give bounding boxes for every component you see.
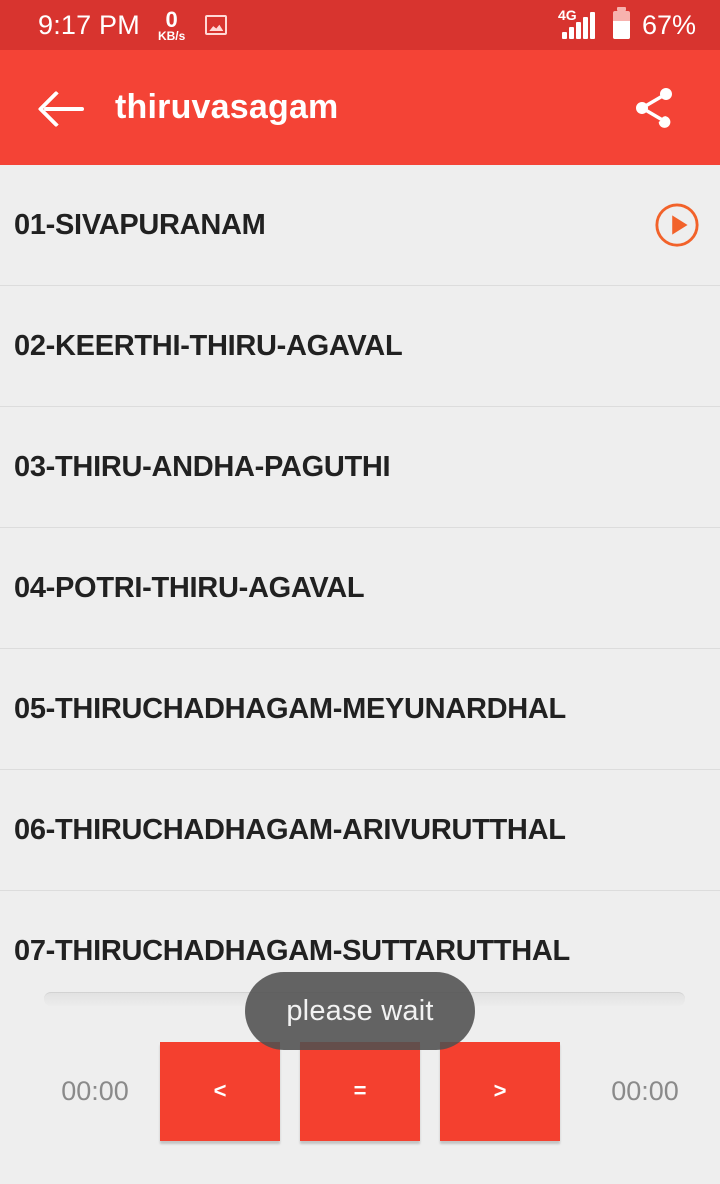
network-speed-value: 0 — [165, 6, 178, 32]
signal-bars-icon: 4G — [558, 7, 595, 39]
transport-controls: 00:00 < = > 00:00 — [0, 1036, 720, 1146]
track-title: 01-SIVAPURANAM — [14, 208, 266, 241]
signal-bar-1 — [561, 32, 567, 39]
list-item[interactable]: 01-SIVAPURANAM — [0, 165, 720, 286]
toast-message: please wait — [245, 972, 475, 1050]
previous-button[interactable]: < — [160, 1041, 280, 1141]
share-icon[interactable] — [630, 84, 678, 132]
play-circle-icon[interactable] — [654, 202, 700, 248]
track-title: 03-THIRU-ANDHA-PAGUTHI — [14, 450, 391, 483]
network-speed-indicator: 0 KB/s — [157, 6, 186, 43]
track-title: 05-THIRUCHADHAGAM-MEYUNARDHAL — [14, 692, 566, 725]
list-item[interactable]: 06-THIRUCHADHAGAM-ARIVURUTTHAL — [0, 770, 720, 891]
next-button[interactable]: > — [440, 1041, 560, 1141]
pause-button[interactable]: = — [300, 1041, 420, 1141]
list-item[interactable]: 03-THIRU-ANDHA-PAGUTHI — [0, 407, 720, 528]
signal-bar-3 — [575, 22, 581, 39]
elapsed-time-label: 00:00 — [61, 1075, 129, 1106]
photo-icon — [205, 15, 228, 35]
total-time-label: 00:00 — [611, 1075, 679, 1106]
page-title: thiruvasagam — [115, 88, 339, 126]
network-type-label: 4G — [557, 7, 577, 23]
list-item[interactable]: 04-POTRI-THIRU-AGAVAL — [0, 528, 720, 649]
status-bar-right: 4G 67% — [558, 7, 696, 41]
battery-percent-label: 67% — [641, 9, 696, 40]
battery-icon — [612, 7, 630, 40]
network-speed-unit: KB/s — [157, 28, 186, 43]
list-item[interactable]: 05-THIRUCHADHAGAM-MEYUNARDHAL — [0, 649, 720, 770]
back-arrow-icon[interactable] — [42, 86, 86, 130]
track-title: 06-THIRUCHADHAGAM-ARIVURUTTHAL — [14, 813, 566, 846]
status-bar-clock: 9:17 PM — [38, 9, 140, 40]
status-bar: 9:17 PM 0 KB/s 4G 67% — [0, 0, 720, 50]
signal-bar-4 — [582, 17, 588, 39]
signal-bar-2 — [568, 27, 574, 39]
track-title: 02-KEERTHI-THIRU-AGAVAL — [14, 329, 403, 362]
transport-button-group: < = > — [160, 1041, 580, 1141]
app-root: 9:17 PM 0 KB/s 4G 67% thiruvasagam 01-SI… — [0, 0, 720, 1184]
list-item[interactable]: 02-KEERTHI-THIRU-AGAVAL — [0, 286, 720, 407]
track-title: 04-POTRI-THIRU-AGAVAL — [14, 571, 365, 604]
signal-bar-5 — [589, 12, 595, 39]
app-bar: thiruvasagam — [0, 50, 720, 165]
